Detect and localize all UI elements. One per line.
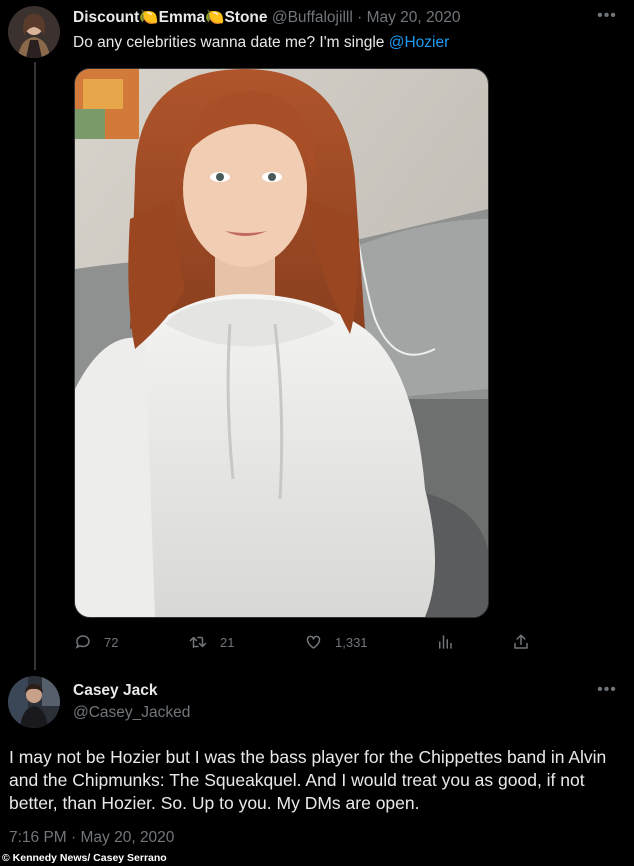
like-count: 1,331 — [335, 634, 368, 650]
thread-line — [34, 62, 36, 670]
mention-link[interactable]: @Hozier — [389, 34, 450, 51]
more-horizontal-icon[interactable]: ••• — [597, 6, 617, 26]
display-name[interactable]: Casey Jack — [73, 681, 157, 701]
share-icon — [514, 634, 528, 649]
user-handle[interactable]: @Buffalojilll — [272, 9, 353, 26]
share-button[interactable] — [512, 630, 542, 654]
reply-text: I may not be Hozier but I was the bass p… — [9, 747, 607, 813]
reply-button[interactable]: 72 — [74, 630, 118, 654]
lemon-emoji: 🍋 — [139, 9, 159, 26]
reply-count: 72 — [104, 634, 119, 650]
analytics-button[interactable] — [436, 630, 466, 654]
separator: · — [357, 9, 363, 26]
lemon-emoji: 🍋 — [205, 9, 225, 26]
retweet-icon — [189, 636, 207, 648]
tweet-text: Do any celebrities wanna date me? I'm si… — [73, 33, 449, 53]
heart-icon — [306, 635, 321, 649]
reply-timestamp[interactable]: 7:16 PM · May 20, 2020 — [9, 828, 174, 848]
tweet-body: Do any celebrities wanna date me? I'm si… — [73, 34, 389, 51]
photo-credit: © Kennedy News/ Casey Serrano — [2, 852, 167, 864]
like-button[interactable]: 1,331 — [304, 630, 368, 654]
more-horizontal-icon[interactable]: ••• — [597, 680, 617, 700]
tweet-header: Discount🍋Emma🍋Stone @Buffalojilll · May … — [73, 8, 461, 28]
user-handle[interactable]: @Casey_Jacked — [73, 703, 190, 723]
retweet-button[interactable]: 21 — [188, 630, 234, 654]
tweet-photo[interactable] — [74, 68, 489, 618]
retweet-count: 21 — [220, 634, 235, 650]
display-name[interactable]: Discount🍋Emma🍋Stone — [73, 9, 268, 26]
analytics-icon — [439, 635, 452, 649]
avatar[interactable] — [8, 676, 60, 728]
reply-icon — [75, 635, 90, 649]
tweet-actions: 72 21 1,331 — [0, 630, 634, 654]
tweet-date[interactable]: May 20, 2020 — [367, 9, 461, 26]
avatar[interactable] — [8, 6, 60, 58]
